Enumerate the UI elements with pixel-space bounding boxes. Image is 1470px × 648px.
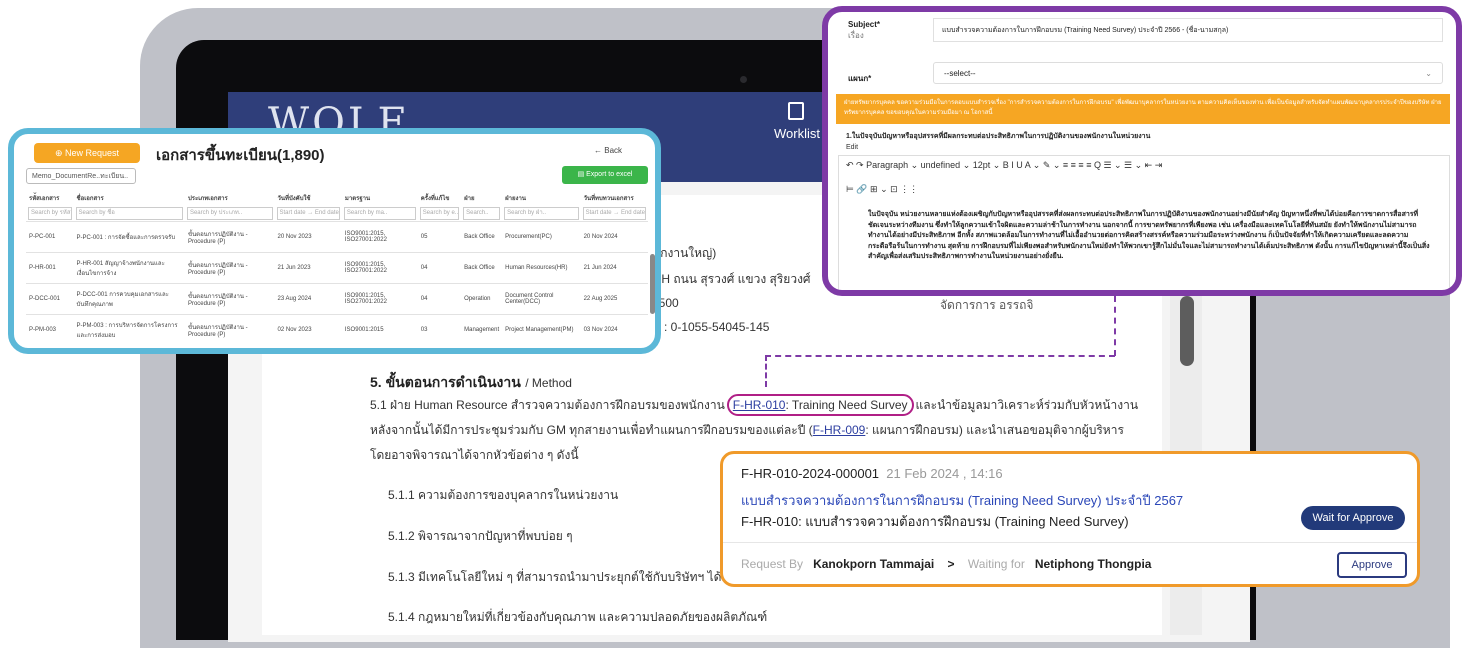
- col-header[interactable]: วันที่ทบทวนเอกสาร: [581, 190, 648, 206]
- camera-dot: [740, 76, 747, 83]
- document-type-select[interactable]: Memo_DocumentRe..ทะเบียน.. ⌄: [26, 168, 136, 196]
- list-item: 5.1.3 มีเทคโนโลยีใหม่ ๆ ที่สามารถนำมาประ…: [388, 570, 722, 584]
- col-header[interactable]: ประเภทเอกสาร: [185, 190, 275, 206]
- filter-input[interactable]: Search by ชื่อ: [75, 207, 183, 220]
- list-item: 5.1.1 ความต้องการของบุคลากรในหน่วยงาน: [388, 488, 619, 502]
- survey-form-card: Subject* เรื่อง แบบสำรวจความต้องการในการฝ…: [822, 6, 1462, 296]
- doc-line: นักงานใหญ่): [652, 246, 717, 260]
- paragraph-5-1-cont: หลังจากนั้นได้มีการประชุมร่วมกับ GM ทุกส…: [370, 423, 1124, 437]
- filter-input[interactable]: Search by รหัส: [28, 207, 72, 220]
- approve-button[interactable]: Approve: [1337, 552, 1407, 578]
- filter-input[interactable]: Search by ประเภท..: [186, 207, 273, 220]
- request-title[interactable]: แบบสำรวจความต้องการในการฝึกอบรม (Trainin…: [741, 490, 1183, 511]
- f-hr-010-link[interactable]: F-HR-010: [733, 398, 786, 412]
- worklist-icon[interactable]: [788, 102, 804, 120]
- training-need-highlight: F-HR-010: Training Need Survey: [726, 394, 914, 416]
- documents-table: รหัสเอกสาร ชื่อเอกสาร ประเภทเอกสาร วันที…: [26, 190, 648, 345]
- status-badge: Wait for Approve: [1301, 506, 1405, 530]
- question-label: 1.ในปัจจุบันปัญหาหรืออุปสรรคที่มีผลกระทบ…: [846, 133, 1151, 140]
- connector-line: [765, 355, 767, 387]
- doc-line: D : 0-1055-54045-145: [652, 320, 770, 334]
- new-request-button[interactable]: ⊕ New Request: [34, 143, 140, 163]
- worklist-label[interactable]: Worklist: [774, 126, 820, 141]
- registered-documents-card: ⊕ New Request เอกสารขึ้นทะเบียน(1,890) ←…: [8, 128, 661, 354]
- f-hr-009-link[interactable]: F-HR-009: [813, 423, 866, 437]
- subject-input[interactable]: แบบสำรวจความต้องการในการฝึกอบรม (Trainin…: [933, 18, 1443, 42]
- filter-input[interactable]: Search..: [463, 207, 501, 220]
- table-row[interactable]: P-PM-003 P-PM-003 : การบริหารจัดการโครงกา…: [26, 314, 648, 345]
- doc-line: GH ถนน สุรวงศ์ แขวง สุริยวงศ์: [652, 272, 811, 286]
- editor-toolbar[interactable]: ↶ ↷ Paragraph ⌄ undefined ⌄ 12pt ⌄ B I U…: [846, 160, 1162, 171]
- connector-line: [765, 355, 1115, 357]
- col-header[interactable]: วันที่บังคับใช้: [275, 190, 342, 206]
- instruction-banner: ฝ่ายทรัพยากรบุคคล ขอความร่วมมือในการตอบแ…: [836, 94, 1450, 124]
- divider: [723, 542, 1417, 543]
- table-row[interactable]: P-DCC-001 P-DCC-001 การควบคุมเอกสารและบัน…: [26, 283, 648, 315]
- chevron-right-icon: >: [947, 557, 955, 571]
- section-title: 5. ขั้นตอนการดำเนินงาน: [370, 374, 521, 390]
- table-scrollbar[interactable]: [650, 254, 655, 314]
- form-name: F-HR-010: แบบสำรวจความต้องการฝึกอบรม (Tr…: [741, 514, 1129, 529]
- card-title: เอกสารขึ้นทะเบียน(1,890): [156, 147, 325, 164]
- request-datetime: 21 Feb 2024 , 14:16: [886, 466, 1003, 481]
- col-header[interactable]: ฝ่าย: [461, 190, 502, 206]
- subject-label: Subject* เรื่อง: [848, 20, 881, 40]
- col-header[interactable]: ชื่อเอกสาร: [74, 190, 185, 206]
- connector-line: [1114, 296, 1116, 356]
- filter-input[interactable]: Search by e..: [419, 207, 460, 220]
- doc-line: จัดการการ อรรถจิ: [940, 298, 1034, 312]
- col-header[interactable]: รหัสเอกสาร: [26, 190, 74, 206]
- paragraph-5-1-intro: โดยอาจพิจารณาได้จากหัวข้อต่าง ๆ ดังนี้: [370, 448, 579, 462]
- filter-input[interactable]: Search by ma..: [343, 207, 416, 220]
- section-heading: 5. ขั้นตอนการดำเนินงาน / Method: [370, 372, 572, 394]
- request-footer: Request By Kanokporn Tammajai > Waiting …: [741, 557, 1152, 571]
- editor-content[interactable]: ในปัจจุบัน หน่วยงานหลายแห่งต้องเผชิญกับป…: [868, 210, 1433, 263]
- approver-name: Netiphong Thongpia: [1034, 557, 1152, 571]
- edit-menu[interactable]: Edit: [846, 144, 858, 151]
- approval-card[interactable]: F-HR-010-2024-000001 21 Feb 2024 , 14:16…: [720, 451, 1420, 587]
- department-label: แผนก*: [848, 74, 872, 83]
- list-item: 5.1.4 กฎหมายใหม่ที่เกี่ยวข้องกับคุณภาพ แ…: [388, 610, 768, 624]
- department-select[interactable]: --select-- ⌄: [933, 62, 1443, 84]
- request-id-line: F-HR-010-2024-000001 21 Feb 2024 , 14:16: [741, 466, 1003, 481]
- table-row[interactable]: P-HR-001 P-HR-001 สัญญาจ้างพนักงานและเงื่…: [26, 252, 648, 284]
- date-range-input[interactable]: Start date → End date: [276, 207, 340, 220]
- date-range-input[interactable]: Start date → End date: [582, 207, 646, 220]
- requester-name: Kanokporn Tammajai: [813, 557, 935, 571]
- list-item: 5.1.2 พิจารณาจากปัญหาที่พบบ่อย ๆ: [388, 529, 573, 543]
- document-scrollbar-thumb[interactable]: [1180, 296, 1194, 366]
- back-button[interactable]: ← Back: [594, 146, 622, 155]
- section-title-en: / Method: [525, 376, 572, 390]
- paragraph-5-1: 5.1 ฝ่าย Human Resource สำรวจความต้องการ…: [370, 394, 1138, 416]
- export-excel-button[interactable]: ▤ Export to excel: [562, 166, 648, 184]
- col-header[interactable]: ฝ่ายงาน: [502, 190, 580, 206]
- col-header[interactable]: มาตรฐาน: [342, 190, 418, 206]
- filter-input[interactable]: Search by ฝ่า..: [504, 207, 579, 220]
- col-header[interactable]: ครั้งที่แก้ไข: [418, 190, 461, 206]
- request-id: F-HR-010-2024-000001: [741, 466, 880, 481]
- editor-toolbar-row-2[interactable]: ⊨ 🔗 ⊞ ⌄ ⊡ ⋮⋮: [846, 184, 918, 195]
- table-row[interactable]: P-PC-001 P-PC-001 : การจัดซื้อและการตรวจร…: [26, 221, 648, 253]
